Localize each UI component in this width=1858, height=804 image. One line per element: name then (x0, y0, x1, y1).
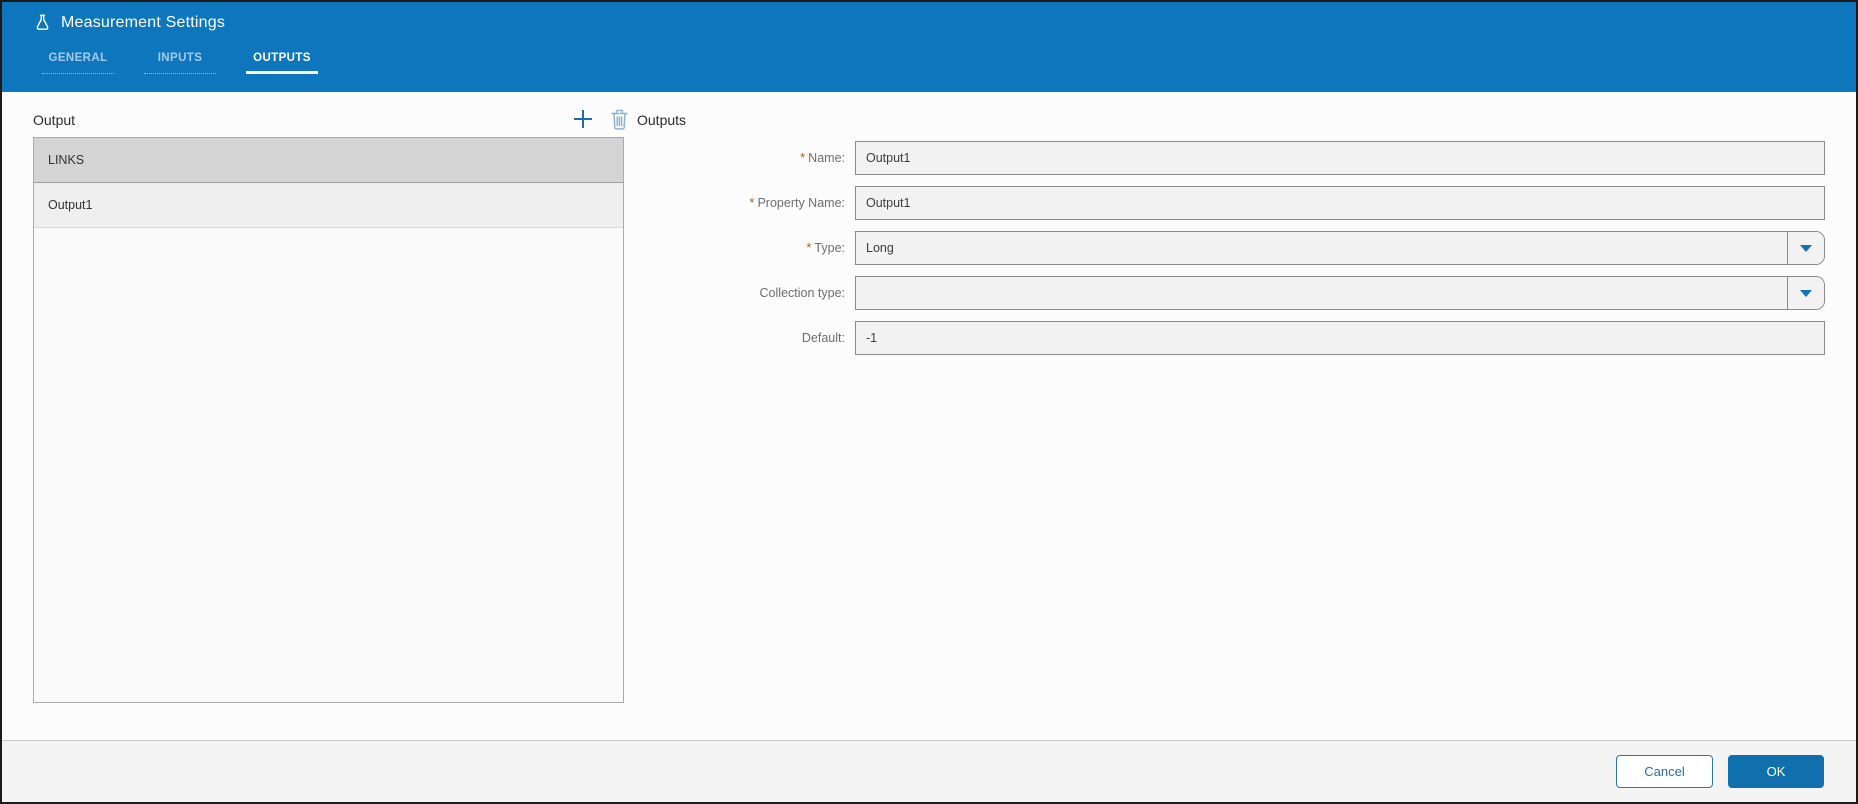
plus-icon (574, 110, 592, 128)
caret-down-icon (1800, 244, 1812, 252)
trash-icon (610, 109, 628, 130)
dialog-header: Measurement Settings GENERAL INPUTS OUTP… (2, 2, 1856, 92)
required-asterisk: * (800, 150, 806, 165)
required-asterisk: * (806, 240, 812, 255)
output-list-heading: Output (33, 112, 76, 128)
name-field-wrap (855, 141, 1825, 175)
collection-type-field-wrap (855, 276, 1825, 310)
property-name-input[interactable] (855, 186, 1825, 220)
default-label: Default: (801, 331, 845, 345)
dialog-title: Measurement Settings (61, 13, 226, 31)
collection-type-dropdown-value[interactable] (856, 277, 1787, 309)
output-list: LINKS Output1 (33, 137, 624, 703)
tab-general[interactable]: GENERAL (42, 44, 114, 74)
cancel-button[interactable]: Cancel (1616, 755, 1713, 788)
tab-bar: GENERAL INPUTS OUTPUTS (42, 44, 318, 74)
type-dropdown-value[interactable] (856, 232, 1787, 264)
flask-icon (36, 14, 49, 30)
ok-button[interactable]: OK (1728, 755, 1824, 788)
type-label: * Type: (806, 240, 845, 255)
type-field-wrap (855, 231, 1825, 265)
list-item-links[interactable]: LINKS (34, 138, 623, 183)
add-output-button[interactable] (568, 104, 598, 134)
outputs-form-heading: Outputs (637, 112, 687, 128)
title-row: Measurement Settings (33, 13, 225, 32)
property-name-field-wrap (855, 186, 1825, 220)
delete-output-button[interactable] (606, 106, 632, 132)
measurement-settings-dialog: Measurement Settings GENERAL INPUTS OUTP… (0, 0, 1858, 804)
dialog-content: Output LINKS Output1 Outputs * Name: Out… (2, 92, 1856, 741)
name-input[interactable] (855, 141, 1825, 175)
required-asterisk: * (749, 195, 755, 210)
collection-type-label: Collection type: (759, 286, 845, 300)
name-label: * Name: (800, 150, 845, 165)
tab-inputs[interactable]: INPUTS (144, 44, 216, 74)
type-dropdown-button[interactable] (1787, 232, 1824, 264)
collection-type-dropdown (855, 276, 1825, 310)
caret-down-icon (1800, 289, 1812, 297)
dialog-footer: Cancel OK (2, 740, 1856, 802)
property-name-label: * Property Name: (749, 195, 845, 210)
collection-type-dropdown-button[interactable] (1787, 277, 1824, 309)
default-field-wrap (855, 321, 1825, 355)
tab-outputs[interactable]: OUTPUTS (246, 44, 318, 74)
list-item-output1[interactable]: Output1 (34, 183, 623, 228)
type-dropdown (855, 231, 1825, 265)
default-input[interactable] (855, 321, 1825, 355)
